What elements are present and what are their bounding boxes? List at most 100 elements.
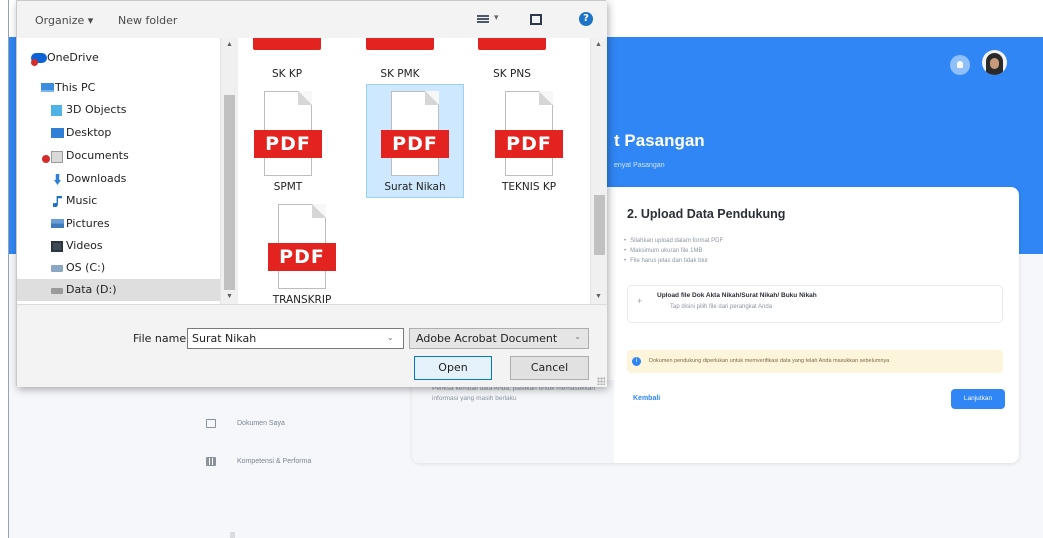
file-name-input[interactable]: Surat Nikah xyxy=(187,328,404,349)
scroll-up-icon[interactable]: ▲ xyxy=(595,41,602,48)
info-alert: i Dokumen pendukung diperlukan untuk mem… xyxy=(627,350,1003,373)
file-item-sk-kp[interactable]: SK KP xyxy=(238,68,336,84)
page-subtitle: enyat Pasangan xyxy=(614,162,665,169)
nav-label: Music xyxy=(66,194,98,207)
file-item-transkrip[interactable]: PDF TRANSKRIP xyxy=(253,204,351,306)
new-folder-button[interactable]: New folder xyxy=(118,14,177,27)
pdf-file-icon: PDF xyxy=(268,204,336,289)
nav-label: Pictures xyxy=(66,217,110,230)
notification-icon[interactable] xyxy=(950,55,970,75)
side-menu-item-dokumen[interactable]: Dokumen Saya xyxy=(206,404,311,442)
side-menu-label: Kompetensi & Performa xyxy=(237,457,312,465)
list-item: Silahkan upload dalam format PDF xyxy=(624,236,723,246)
nav-label: 3D Objects xyxy=(66,103,127,116)
nav-item-music[interactable]: Music xyxy=(17,190,220,212)
next-button[interactable]: Lanjutkan xyxy=(951,389,1005,409)
side-menu-label: Dokumen Saya xyxy=(237,419,285,427)
nav-scrollbar[interactable]: ▲ ▼ xyxy=(220,38,238,304)
folder-icon xyxy=(206,418,216,428)
drive-icon xyxy=(51,288,63,294)
nav-item-videos[interactable]: Videos xyxy=(17,235,220,257)
file-item-spmt[interactable]: PDF SPMT xyxy=(239,91,337,193)
pdf-file-icon: PDF xyxy=(495,91,563,176)
nav-item-os-c[interactable]: OS (C:) xyxy=(17,257,220,279)
grid-icon xyxy=(206,456,216,466)
videos-icon xyxy=(51,241,63,252)
nav-item-downloads[interactable]: Downloads xyxy=(17,168,220,190)
view-options-icon[interactable] xyxy=(477,15,489,24)
chevron-down-icon: ⌄ xyxy=(574,332,581,341)
nav-label: Videos xyxy=(66,239,103,252)
pdf-file-icon: PDF xyxy=(381,91,449,176)
nav-label: OneDrive xyxy=(47,51,99,64)
nav-label: Documents xyxy=(66,149,129,162)
download-icon xyxy=(54,174,61,185)
help-icon[interactable]: ? xyxy=(579,12,593,26)
nav-label: This PC xyxy=(55,81,96,94)
nav-item-this-pc[interactable]: This PC xyxy=(17,77,220,99)
pictures-icon xyxy=(51,219,64,228)
file-name-label: File name: xyxy=(133,332,190,345)
files-scrollbar[interactable]: ▲ ▼ xyxy=(590,38,607,304)
side-menu-item-kompetensi[interactable]: Kompetensi & Performa xyxy=(206,442,311,480)
requirements-list: Silahkan upload dalam format PDF Maksimu… xyxy=(624,236,723,266)
list-item: Maksimum ukuran file 1MB xyxy=(624,246,723,256)
file-name: SPMT xyxy=(273,181,303,193)
preview-pane-icon[interactable] xyxy=(530,14,542,25)
file-item-teknis-kp[interactable]: PDF TEKNIS KP xyxy=(480,91,578,193)
info-text: Dokumen pendukung diperlukan untuk memve… xyxy=(649,358,890,364)
avatar[interactable] xyxy=(982,50,1007,75)
pdf-file-icon: PDF xyxy=(254,91,322,176)
file-item-sk-pmk[interactable]: SK PMK xyxy=(351,68,449,84)
scroll-up-icon[interactable]: ▲ xyxy=(226,41,233,48)
scroll-thumb[interactable] xyxy=(224,95,235,290)
error-badge-icon xyxy=(31,59,38,66)
nav-item-onedrive[interactable]: OneDrive xyxy=(17,47,220,69)
view-dropdown-icon[interactable]: ▾ xyxy=(494,13,499,23)
nav-item-documents[interactable]: Documents xyxy=(17,145,220,167)
file-type-select[interactable]: Adobe Acrobat Document ⌄ xyxy=(409,328,589,349)
drive-icon xyxy=(51,265,63,272)
nav-item-3d-objects[interactable]: 3D Objects xyxy=(17,99,220,121)
info-icon: i xyxy=(632,357,641,366)
section-title: 2. Upload Data Pendukung xyxy=(627,207,786,221)
nav-label: Data (D:) xyxy=(66,283,117,296)
nav-item-data-d[interactable]: Data (D:) xyxy=(17,279,220,301)
scroll-down-icon[interactable]: ▼ xyxy=(226,293,233,300)
navigation-pane: OneDrive This PC 3D Objects Desktop Docu… xyxy=(17,38,220,304)
chevron-down-icon[interactable]: ⌄ xyxy=(387,333,394,342)
scroll-down-icon[interactable]: ▼ xyxy=(595,293,602,300)
desktop-icon xyxy=(51,128,64,138)
file-item-sk-pns[interactable]: SK PNS xyxy=(463,68,561,84)
list-item: File harus jelas dan tidak blur xyxy=(624,256,723,266)
upload-hint: Tap disini pilih file dari perangkat And… xyxy=(670,304,773,310)
upload-dropzone[interactable]: + Upload file Dok Akta Nikah/Surat Nikah… xyxy=(627,285,1003,323)
documents-icon xyxy=(51,151,63,163)
scroll-marker xyxy=(230,532,235,538)
cancel-button[interactable]: Cancel xyxy=(510,356,589,380)
window-edge xyxy=(0,0,9,538)
pdf-file-icon xyxy=(253,38,321,50)
file-list: SK KP SK PMK SK PNS PDF SPMT PDF Surat N… xyxy=(238,38,590,306)
nav-label: Downloads xyxy=(66,172,127,185)
open-button[interactable]: Open xyxy=(414,356,492,380)
side-menu: Dokumen Saya Kompetensi & Performa xyxy=(206,404,311,480)
file-item-surat-nikah[interactable]: PDF Surat Nikah xyxy=(366,84,464,198)
nav-item-pictures[interactable]: Pictures xyxy=(17,213,220,235)
plus-icon: + xyxy=(637,296,643,306)
nav-item-desktop[interactable]: Desktop xyxy=(17,122,220,144)
file-open-dialog: Organize ▾ New folder ▾ ? OneDrive This … xyxy=(16,0,607,387)
music-icon xyxy=(53,196,62,207)
file-name: Surat Nikah xyxy=(384,181,446,193)
page-title: t Pasangan xyxy=(614,131,705,150)
resize-grip[interactable] xyxy=(597,377,605,385)
card-side-text: Periksa kembali data Anda, pastikan untu… xyxy=(432,385,595,402)
upload-title: Upload file Dok Akta Nikah/Surat Nikah/ … xyxy=(657,292,817,299)
dialog-footer: File name: Surat Nikah ⌄ Adobe Acrobat D… xyxy=(17,304,607,387)
error-badge-icon xyxy=(42,155,50,163)
file-type-value: Adobe Acrobat Document xyxy=(416,332,558,345)
scroll-thumb[interactable] xyxy=(594,195,605,255)
file-name: TEKNIS KP xyxy=(501,181,557,193)
back-link[interactable]: Kembali xyxy=(633,395,660,402)
organize-button[interactable]: Organize ▾ xyxy=(35,14,93,27)
